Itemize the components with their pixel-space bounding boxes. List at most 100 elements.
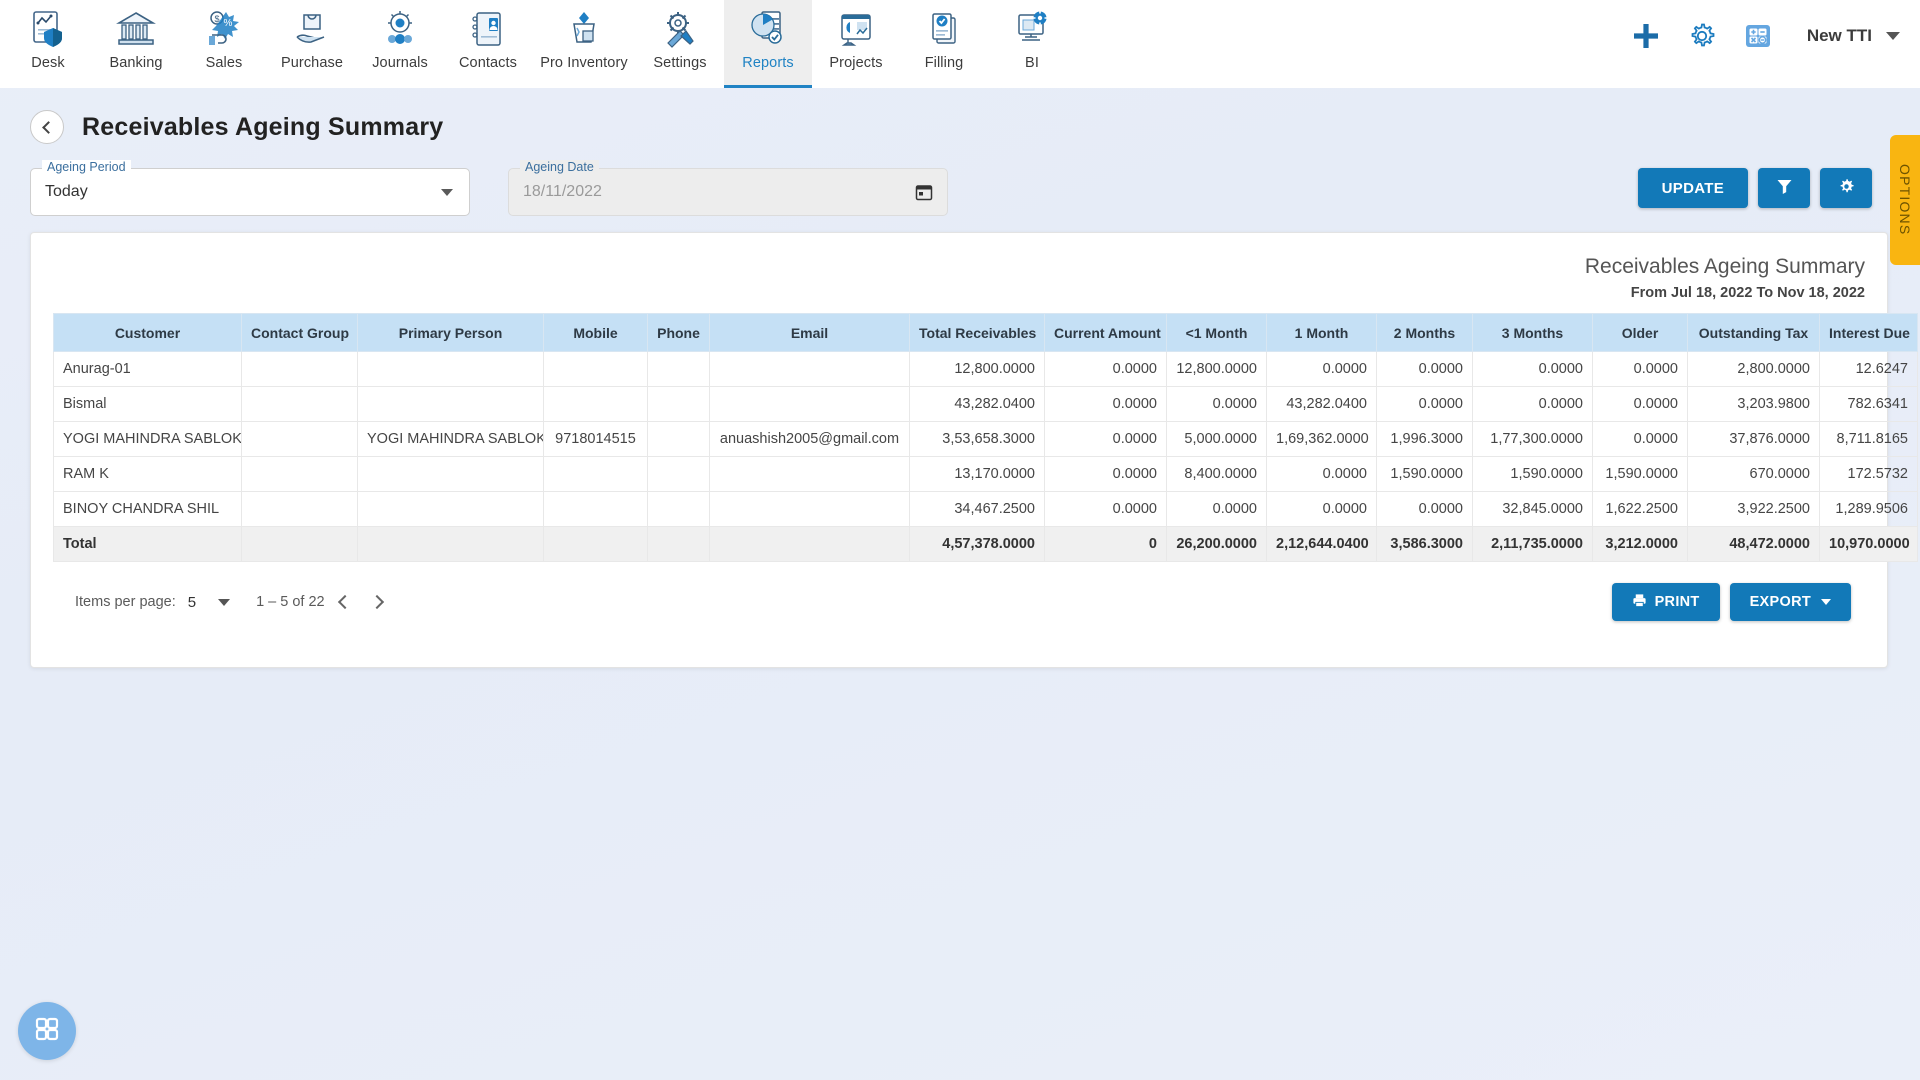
settings-icon	[660, 6, 700, 52]
col-total-receivables[interactable]: Total Receivables	[909, 313, 1045, 352]
table-row[interactable]: YOGI MAHINDRA SABLOK YOGI MAHINDRA SABLOK…	[53, 421, 1918, 457]
gear-icon[interactable]	[1687, 21, 1717, 51]
page-header: Receivables Ageing Summary	[30, 110, 443, 144]
nav-label: BI	[1025, 55, 1039, 71]
top-navigation-bar: Desk Banking $ % Sales Purchase Journals…	[0, 0, 1920, 88]
chevron-down-icon	[1886, 32, 1900, 40]
nav-item-sales[interactable]: $ % Sales	[180, 0, 268, 88]
apps-fab-button[interactable]	[18, 1002, 76, 1060]
nav-item-journals[interactable]: Journals	[356, 0, 444, 88]
cell-primary-person	[357, 456, 544, 492]
col-1-month[interactable]: 1 Month	[1266, 313, 1377, 352]
cell-2-months: 0.0000	[1376, 386, 1473, 422]
bank-icon	[116, 6, 156, 52]
cell-older: 0.0000	[1592, 351, 1688, 387]
nav-item-settings[interactable]: Settings	[636, 0, 724, 88]
app-root: Desk Banking $ % Sales Purchase Journals…	[0, 0, 1920, 1080]
filling-icon	[924, 6, 964, 52]
nav-item-contacts[interactable]: Contacts	[444, 0, 532, 88]
nav-item-pro-inventory[interactable]: Pro Inventory	[532, 0, 636, 88]
cell-interest-due: 8,711.8165	[1819, 421, 1918, 457]
table-row[interactable]: Bismal 43,282.0400 0.0000 0.0000 43,282.0400…	[53, 386, 1918, 422]
col-2-months[interactable]: 2 Months	[1376, 313, 1473, 352]
calendar-icon[interactable]	[915, 183, 933, 206]
paginator: Items per page: 5 1 – 5 of 22	[75, 584, 397, 620]
col-email[interactable]: Email	[709, 313, 910, 352]
bi-icon	[1012, 6, 1052, 52]
gear-icon	[1838, 178, 1855, 198]
purchase-icon	[292, 6, 332, 52]
cell-email	[709, 456, 910, 492]
cell-outstanding-tax: 670.0000	[1687, 456, 1820, 492]
inventory-icon	[564, 6, 604, 52]
col-mobile[interactable]: Mobile	[543, 313, 648, 352]
table-total-row[interactable]: Total 4,57,378.0000 0 26,200.0000 2,12,644.0…	[53, 526, 1918, 562]
caret-down-icon	[1821, 599, 1831, 605]
col-customer[interactable]: Customer	[53, 313, 242, 352]
reports-icon	[748, 6, 788, 52]
col-lt1-month[interactable]: <1 Month	[1166, 313, 1267, 352]
col-outstanding-tax[interactable]: Outstanding Tax	[1687, 313, 1820, 352]
cell-customer: RAM K	[53, 456, 242, 492]
next-page-button[interactable]	[361, 584, 397, 620]
col-contact-group[interactable]: Contact Group	[241, 313, 358, 352]
options-side-tab[interactable]: OPTIONS	[1890, 135, 1920, 265]
col-primary-person[interactable]: Primary Person	[357, 313, 544, 352]
footer-actions: PRINT EXPORT	[1611, 583, 1865, 621]
filter-button[interactable]	[1758, 168, 1810, 208]
report-title: Receivables Ageing Summary	[1584, 255, 1865, 278]
cell-2-months: 1,590.0000	[1376, 456, 1473, 492]
previous-page-button[interactable]	[325, 584, 361, 620]
cell-mobile	[543, 456, 648, 492]
nav-item-reports[interactable]: Reports	[724, 0, 812, 88]
export-button[interactable]: EXPORT	[1729, 583, 1851, 621]
plus-icon[interactable]	[1631, 21, 1661, 51]
ageing-date-label: Ageing Date	[520, 160, 599, 174]
nav-label: Filling	[924, 55, 964, 71]
cell-lt1-month: 26,200.0000	[1166, 526, 1267, 562]
nav-label: Projects	[829, 55, 883, 71]
col-current-amount[interactable]: Current Amount	[1044, 313, 1167, 352]
cell-3-months: 1,77,300.0000	[1472, 421, 1593, 457]
ageing-period-select[interactable]: Ageing Period Today	[30, 160, 470, 216]
chevron-down-icon[interactable]	[218, 598, 231, 606]
update-button[interactable]: UPDATE	[1637, 168, 1748, 208]
cell-contact-group	[241, 526, 358, 562]
table-row[interactable]: BINOY CHANDRA SHIL 34,467.2500 0.0000 0.000…	[53, 491, 1918, 527]
ageing-date-input[interactable]: Ageing Date 18/11/2022	[508, 160, 948, 216]
filter-actions: UPDATE	[1637, 168, 1872, 208]
nav-item-bi[interactable]: BI	[988, 0, 1076, 88]
nav-item-filling[interactable]: Filling	[900, 0, 988, 88]
col-phone[interactable]: Phone	[647, 313, 710, 352]
cell-1-month: 0.0000	[1266, 351, 1377, 387]
col-interest-due[interactable]: Interest Due	[1819, 313, 1918, 352]
items-per-page-label: Items per page:	[75, 594, 176, 610]
cell-outstanding-tax: 3,922.2500	[1687, 491, 1820, 527]
cell-contact-group	[241, 386, 358, 422]
cell-customer: Bismal	[53, 386, 242, 422]
cell-total-receivables: 4,57,378.0000	[909, 526, 1045, 562]
col-older[interactable]: Older	[1592, 313, 1688, 352]
company-switcher[interactable]: New TTI	[1807, 26, 1900, 46]
back-button[interactable]	[30, 110, 64, 144]
table-row[interactable]: Anurag-01 12,800.0000 0.0000 12,800.0000 0.0…	[53, 351, 1918, 387]
print-button[interactable]: PRINT	[1611, 583, 1720, 621]
table-footer: Items per page: 5 1 – 5 of 22 PRINT EXPO…	[53, 574, 1865, 630]
table-row[interactable]: RAM K 13,170.0000 0.0000 8,400.0000 0.0000 1,…	[53, 456, 1918, 492]
nav-item-projects[interactable]: Projects	[812, 0, 900, 88]
cell-lt1-month: 8,400.0000	[1166, 456, 1267, 492]
printer-icon	[1632, 593, 1647, 612]
report-card: Receivables Ageing Summary From Jul 18, …	[30, 232, 1918, 668]
col-3-months[interactable]: 3 Months	[1472, 313, 1593, 352]
items-per-page-value[interactable]: 5	[188, 594, 196, 611]
nav-item-purchase[interactable]: Purchase	[268, 0, 356, 88]
cell-primary-person: YOGI MAHINDRA SABLOK	[357, 421, 544, 457]
nav-item-desk[interactable]: Desk	[4, 0, 92, 88]
column-settings-button[interactable]	[1820, 168, 1872, 208]
calculator-icon[interactable]	[1743, 21, 1773, 51]
cell-phone	[647, 491, 710, 527]
cell-mobile	[543, 351, 648, 387]
filter-bar: Ageing Period Today Ageing Date 18/11/20…	[30, 160, 948, 216]
nav-item-banking[interactable]: Banking	[92, 0, 180, 88]
cell-contact-group	[241, 351, 358, 387]
